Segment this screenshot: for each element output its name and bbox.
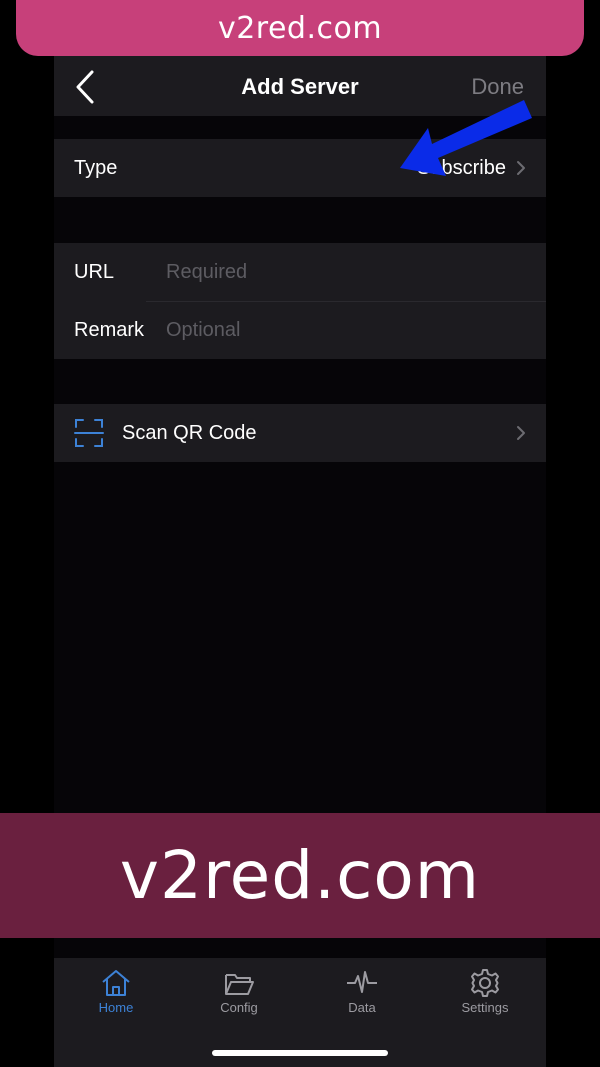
home-icon — [102, 970, 130, 996]
remark-row: Remark — [54, 301, 546, 359]
watermark-banner-top: v2red.com — [16, 0, 584, 56]
gear-icon — [471, 969, 499, 997]
remark-input[interactable] — [166, 318, 506, 342]
watermark-banner-bottom: v2red.com — [0, 813, 600, 938]
server-form-group: URL Remark — [54, 243, 546, 359]
tab-config-label: Config — [220, 1000, 258, 1015]
tab-settings-label: Settings — [461, 1000, 509, 1015]
row-separator — [146, 301, 546, 302]
home-indicator[interactable] — [212, 1050, 388, 1056]
watermark-text-top: v2red.com — [217, 10, 383, 46]
url-input[interactable] — [166, 260, 506, 284]
folder-icon — [225, 974, 254, 995]
remark-label: Remark — [74, 318, 145, 341]
chevron-right-icon — [517, 426, 525, 440]
scan-group: Scan QR Code — [54, 404, 546, 462]
scan-qr-row[interactable]: Scan QR Code — [54, 404, 546, 462]
tab-data-label: Data — [348, 1000, 376, 1015]
tab-settings[interactable]: Settings — [435, 968, 535, 1015]
scan-qr-label: Scan QR Code — [122, 421, 257, 444]
annotation-arrow-icon — [400, 100, 532, 176]
tab-config[interactable]: Config — [189, 968, 289, 1015]
tab-data[interactable]: Data — [312, 968, 412, 1015]
type-label: Type — [74, 156, 118, 179]
tab-home[interactable]: Home — [66, 968, 166, 1015]
pulse-icon — [347, 971, 377, 993]
qr-scan-icon — [74, 419, 104, 447]
done-button[interactable]: Done — [471, 74, 524, 100]
watermark-text-bottom: v2red.com — [119, 837, 481, 914]
tab-home-label: Home — [98, 1000, 134, 1015]
url-label: URL — [74, 260, 115, 283]
url-row: URL — [54, 243, 546, 301]
